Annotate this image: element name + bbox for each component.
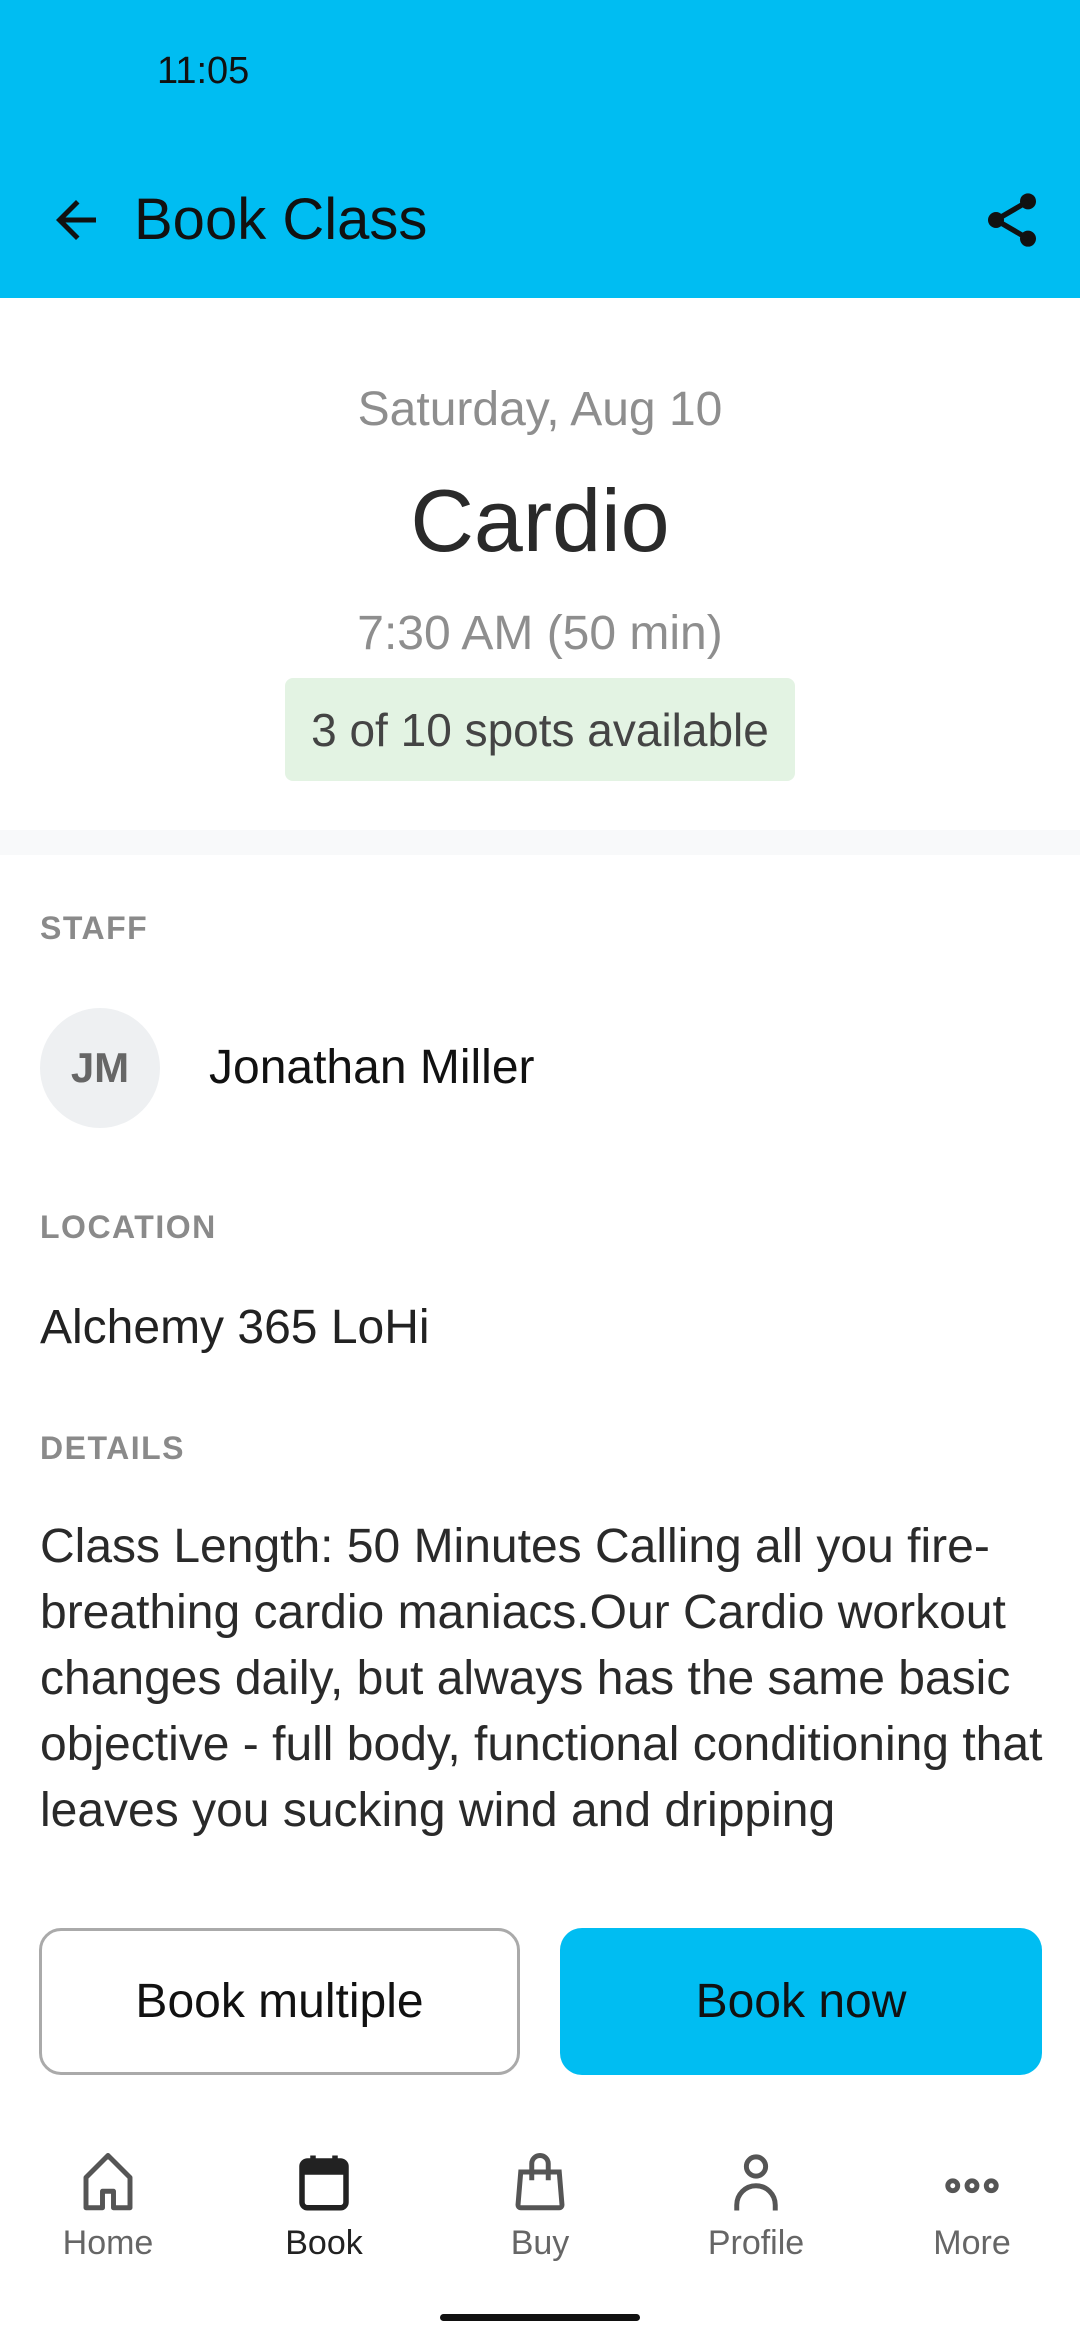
- nav-label: Book: [285, 2224, 363, 2262]
- more-icon: [945, 2178, 999, 2194]
- page-title: Book Class: [134, 187, 428, 252]
- status-time: 11:05: [157, 50, 250, 92]
- shopping-bag-icon: [515, 2153, 565, 2211]
- nav-label: Profile: [707, 2224, 805, 2262]
- nav-label: More: [933, 2224, 1011, 2262]
- class-name: Cardio: [410, 471, 670, 570]
- book-multiple-button[interactable]: Book multiple: [39, 1928, 520, 2075]
- staff-name[interactable]: Jonathan Miller: [209, 1040, 535, 1095]
- nav-profile[interactable]: Profile: [648, 2150, 864, 2280]
- divider: [0, 830, 1080, 855]
- calendar-icon: [299, 2155, 349, 2211]
- bottom-nav: Home Book Buy Profile More: [0, 2150, 1080, 2280]
- staff-label: STAFF: [40, 910, 149, 946]
- class-date: Saturday, Aug 10: [357, 383, 723, 436]
- home-indicator[interactable]: [440, 2314, 640, 2321]
- share-icon[interactable]: [980, 188, 1044, 252]
- nav-more[interactable]: More: [864, 2150, 1080, 2280]
- nav-label: Buy: [510, 2224, 570, 2262]
- home-icon: [83, 2153, 133, 2211]
- nav-home[interactable]: Home: [0, 2150, 216, 2280]
- class-time: 7:30 AM (50 min): [357, 607, 723, 660]
- details-label: DETAILS: [40, 1430, 186, 1466]
- person-icon: [734, 2154, 778, 2211]
- details-text: Class Length: 50 Minutes Calling all you…: [40, 1520, 1043, 1837]
- availability-badge: 3 of 10 spots available: [285, 678, 795, 781]
- arrow-left-icon[interactable]: [46, 190, 106, 250]
- nav-label: Home: [62, 2224, 154, 2262]
- location-label: LOCATION: [40, 1209, 217, 1245]
- nav-buy[interactable]: Buy: [432, 2150, 648, 2280]
- nav-book[interactable]: Book: [216, 2150, 432, 2280]
- location-value: Alchemy 365 LoHi: [40, 1301, 430, 1354]
- avatar: JM: [40, 1008, 160, 1128]
- app-header: 11:05 Book Class: [0, 0, 1080, 298]
- book-now-button[interactable]: Book now: [560, 1928, 1042, 2075]
